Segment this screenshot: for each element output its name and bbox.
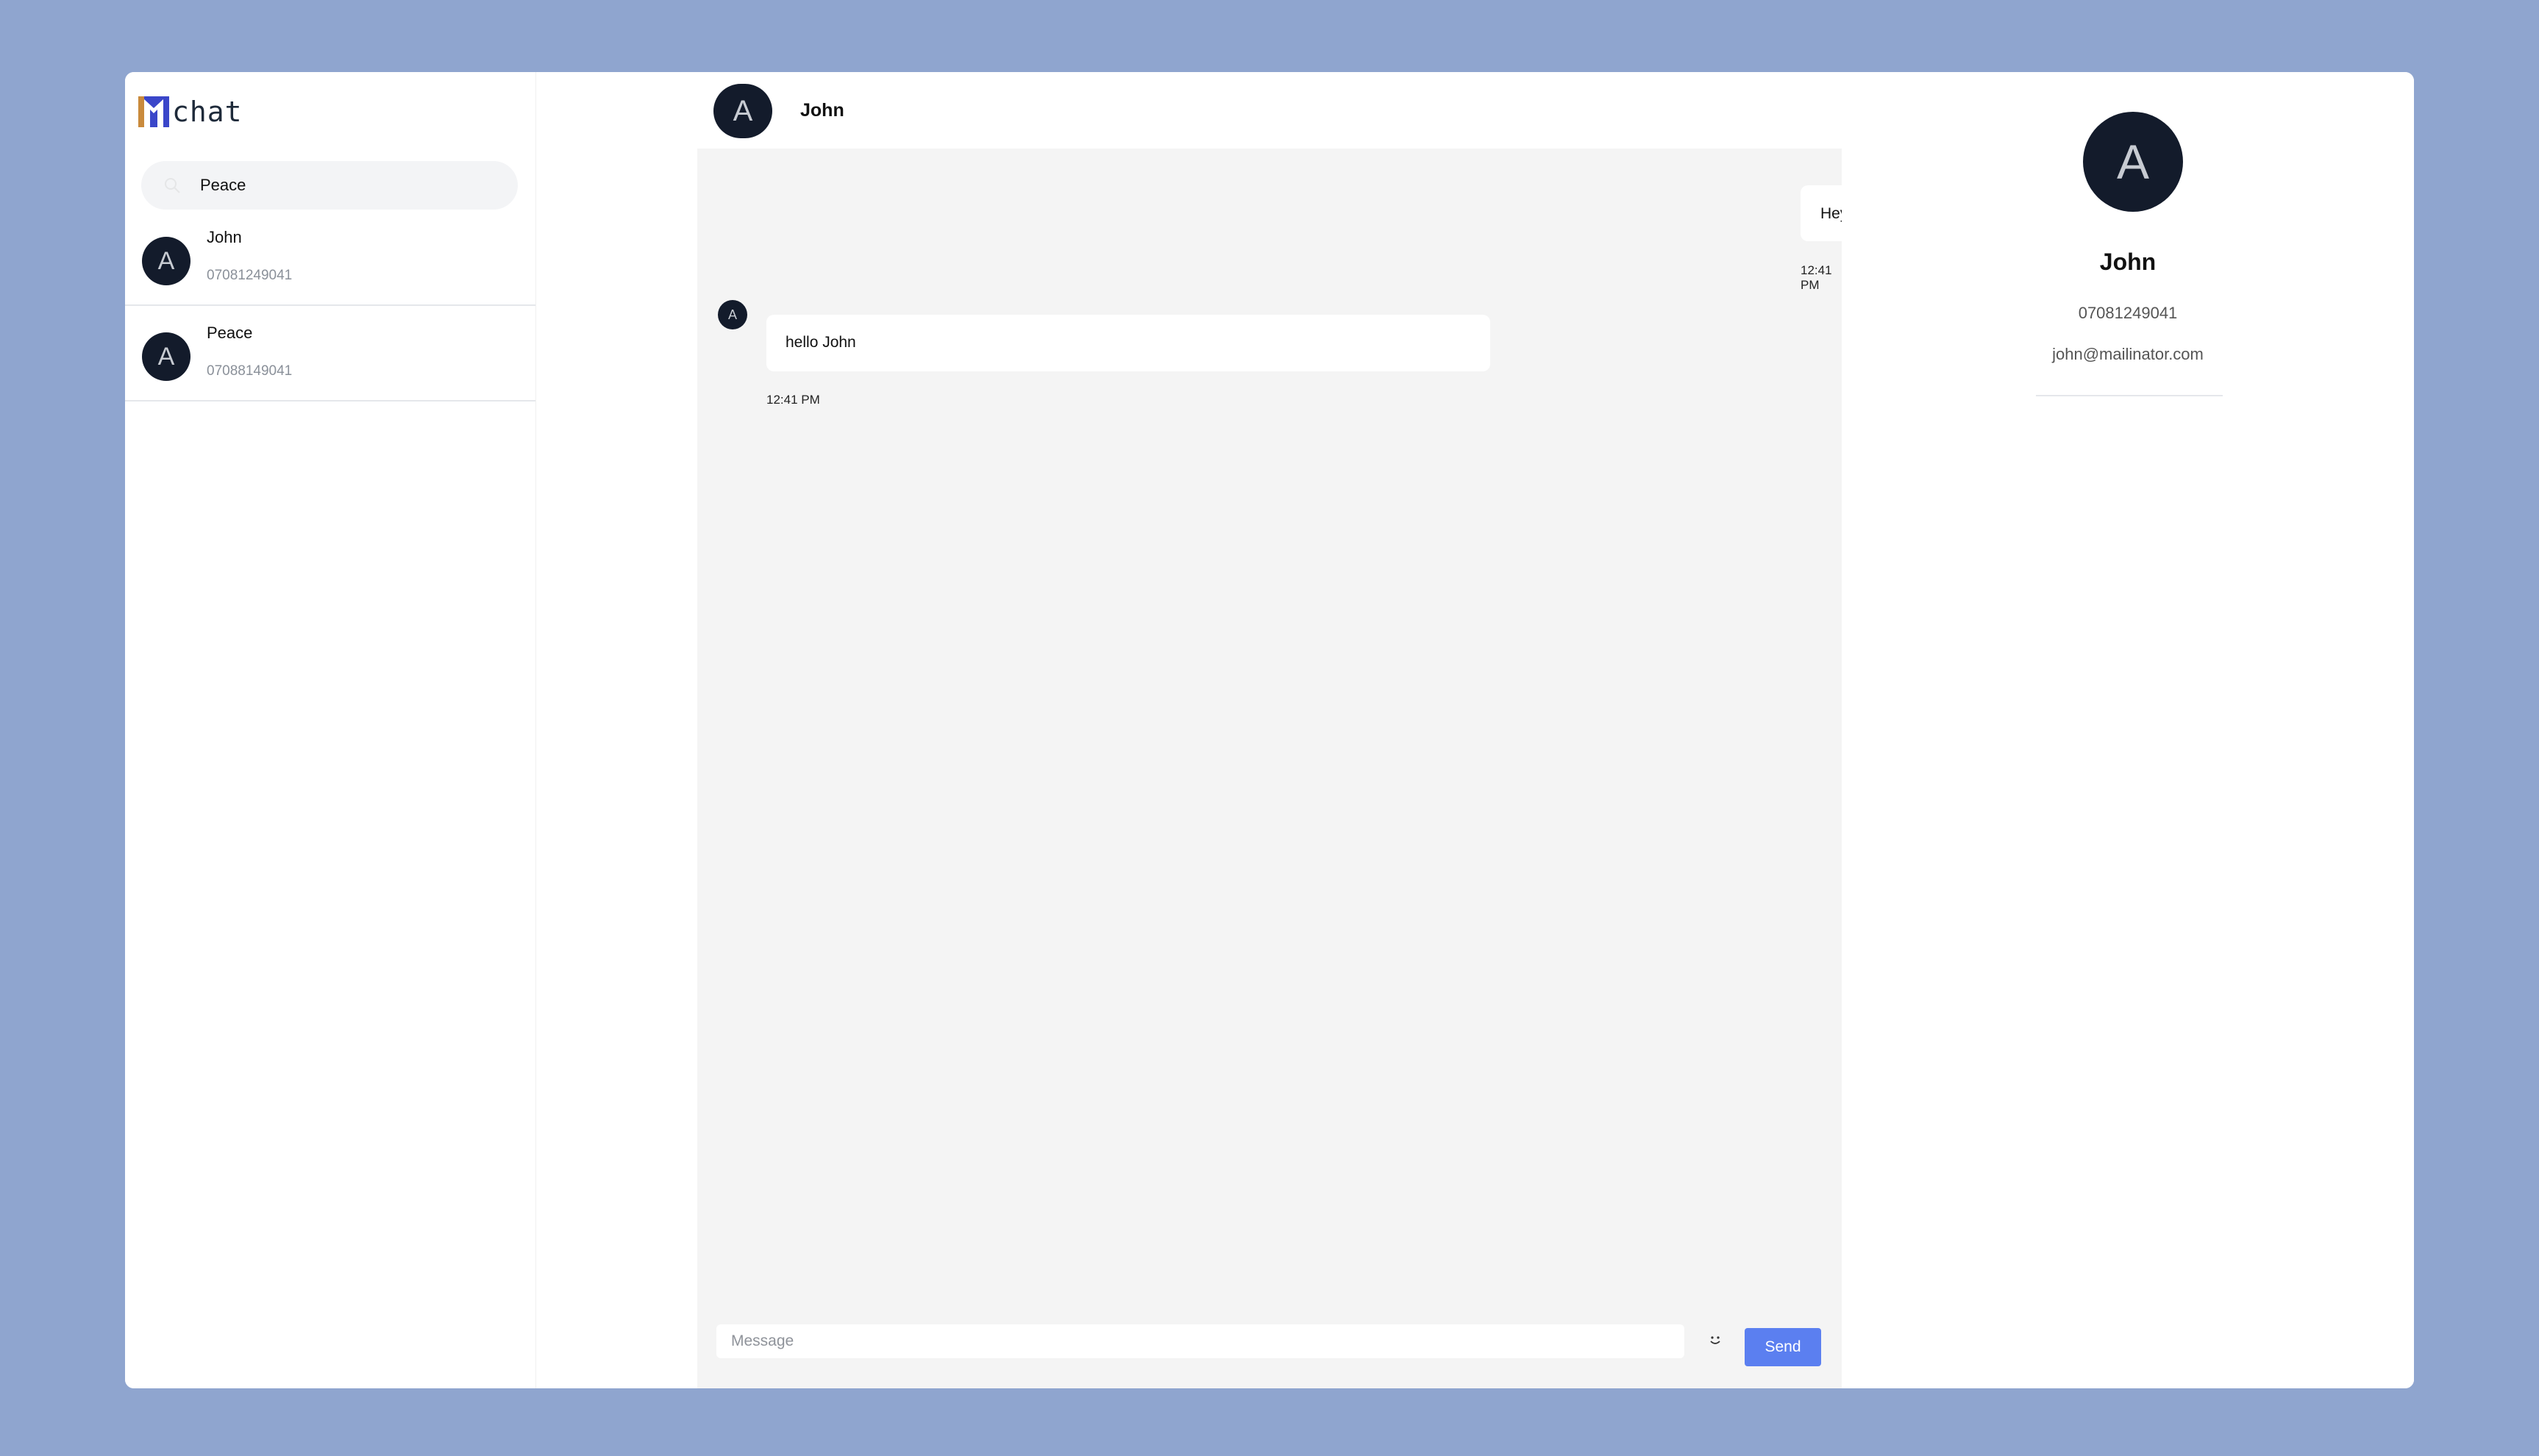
app-logo[interactable]: chat [138, 96, 243, 128]
message-input[interactable] [716, 1324, 1684, 1358]
message-composer: Send [697, 1295, 1842, 1388]
search-input[interactable] [199, 175, 510, 196]
chat-header-avatar[interactable]: A [713, 84, 772, 138]
message-bubble-incoming: hello John [766, 315, 1490, 371]
divider [2036, 395, 2223, 396]
profile-avatar: A [2083, 112, 2183, 212]
avatar: A [142, 237, 190, 285]
logo-icon [138, 96, 169, 127]
search-bar[interactable] [141, 161, 518, 210]
logo-text: chat [172, 96, 243, 128]
sidebar: chat A John 07081249041 A Peace 07088149… [125, 72, 536, 1388]
contact-item-peace[interactable]: A Peace 07088149041 [125, 307, 535, 402]
search-icon [165, 178, 180, 193]
message-avatar: A [718, 300, 747, 329]
profile-name: John [2099, 249, 2157, 275]
chat-header-name: John [800, 100, 844, 121]
contact-name: Peace [207, 324, 253, 342]
chat-panel: A John Hey Vic 12:41 PM A hello John 12:… [697, 72, 1895, 1388]
app-window: chat A John 07081249041 A Peace 07088149… [125, 72, 2414, 1388]
message-time: 12:41 PM [766, 393, 820, 407]
message-time: 12:41 PM [1801, 263, 1832, 292]
profile-phone: 07081249041 [2078, 304, 2178, 322]
chat-header: A John [697, 72, 1842, 149]
contact-phone: 07081249041 [207, 268, 293, 283]
contact-name: John [207, 228, 242, 246]
avatar: A [142, 332, 190, 381]
contact-item-john[interactable]: A John 07081249041 [125, 212, 535, 306]
contact-phone: 07088149041 [207, 363, 293, 379]
send-button[interactable]: Send [1745, 1328, 1821, 1366]
profile-email: john@mailinator.com [2052, 345, 2204, 363]
emoji-icon[interactable] [1705, 1330, 1726, 1351]
profile-panel: A John 07081249041 john@mailinator.com [1842, 72, 2414, 1388]
